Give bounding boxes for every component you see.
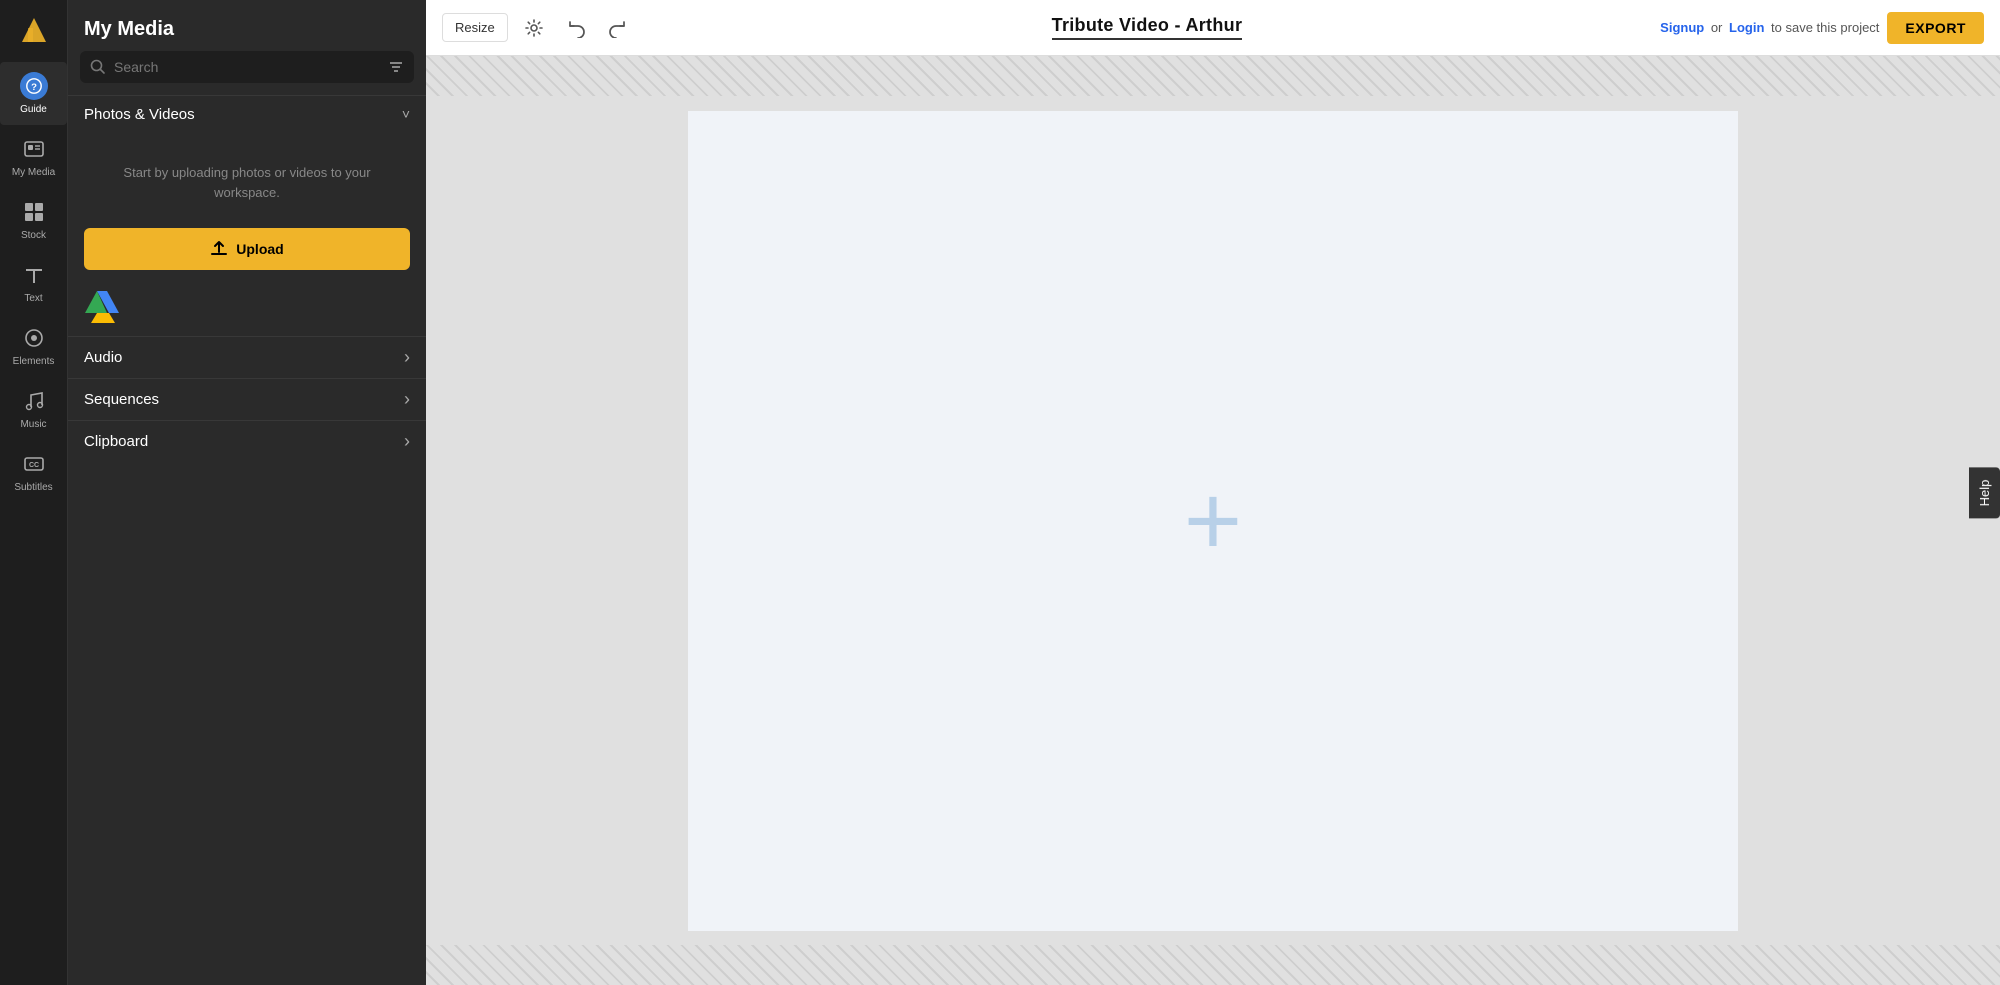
elements-icon — [20, 324, 48, 352]
music-label: Music — [20, 419, 46, 430]
sidebar-item-my-media[interactable]: My Media — [0, 125, 67, 188]
canvas[interactable] — [688, 111, 1738, 931]
elements-label: Elements — [13, 356, 55, 367]
sequences-chevron — [404, 389, 410, 410]
search-bar-container — [80, 51, 414, 83]
project-title[interactable]: Tribute Video - Arthur — [1052, 15, 1243, 40]
sidebar-item-subtitles[interactable]: CC Subtitles — [0, 440, 67, 503]
auth-prompt: Signup or Login to save this project — [1660, 20, 1879, 35]
app-logo — [14, 10, 54, 50]
settings-button[interactable] — [518, 12, 550, 44]
icon-nav: ? Guide My Media Stock — [0, 0, 68, 985]
plus-icon — [1184, 471, 1242, 571]
clipboard-section-header[interactable]: Clipboard — [68, 420, 426, 462]
redo-icon — [608, 18, 628, 38]
settings-icon — [524, 18, 544, 38]
upload-icon — [210, 240, 228, 258]
svg-text:?: ? — [31, 82, 37, 93]
toolbar-right: Signup or Login to save this project EXP… — [1660, 12, 1984, 44]
text-label: Text — [24, 293, 42, 304]
undo-button[interactable] — [560, 12, 592, 44]
redo-button[interactable] — [602, 12, 634, 44]
stock-label: Stock — [21, 230, 46, 241]
save-prompt: to save this project — [1771, 20, 1879, 35]
text-icon — [20, 261, 48, 289]
my-media-label: My Media — [12, 167, 55, 178]
sequences-label: Sequences — [84, 391, 159, 408]
sidebar-title: My Media — [68, 0, 426, 51]
resize-button[interactable]: Resize — [442, 13, 508, 42]
sequences-section-header[interactable]: Sequences — [68, 378, 426, 420]
main-area: Resize Tribute Video — [426, 0, 2000, 985]
media-icon — [20, 135, 48, 163]
sidebar-panel: My Media Photos & Videos Start by upload… — [68, 0, 426, 985]
audio-label: Audio — [84, 349, 122, 366]
toolbar-center: Tribute Video - Arthur — [644, 15, 1650, 40]
export-button[interactable]: EXPORT — [1887, 12, 1984, 44]
google-drive-icon[interactable] — [84, 288, 120, 324]
filter-icon[interactable] — [388, 59, 404, 75]
clipboard-chevron — [404, 431, 410, 452]
photos-videos-section-header[interactable]: Photos & Videos — [68, 95, 426, 133]
auth-or: or — [1711, 20, 1723, 35]
empty-media-text: Start by uploading photos or videos to y… — [84, 143, 410, 218]
help-button[interactable]: Help — [1969, 467, 2000, 518]
canvas-wrapper[interactable] — [426, 56, 2000, 985]
subtitles-label: Subtitles — [14, 482, 52, 493]
music-icon — [20, 387, 48, 415]
sidebar-item-guide[interactable]: ? Guide — [0, 62, 67, 125]
audio-section-header[interactable]: Audio — [68, 336, 426, 378]
photos-videos-chevron — [402, 106, 410, 123]
signup-link[interactable]: Signup — [1660, 20, 1704, 35]
sidebar-item-text[interactable]: Text — [0, 251, 67, 314]
subtitles-icon: CC — [20, 450, 48, 478]
toolbar-left: Resize — [442, 12, 634, 44]
login-link[interactable]: Login — [1729, 20, 1764, 35]
upload-label: Upload — [236, 241, 283, 257]
clipboard-label: Clipboard — [84, 433, 148, 450]
search-input[interactable] — [114, 59, 380, 75]
toolbar: Resize Tribute Video — [426, 0, 2000, 56]
guide-icon: ? — [20, 72, 48, 100]
search-icon — [90, 59, 106, 75]
audio-chevron — [404, 347, 410, 368]
guide-label: Guide — [20, 104, 47, 115]
svg-text:CC: CC — [28, 462, 38, 469]
stock-icon — [20, 198, 48, 226]
sidebar-item-elements[interactable]: Elements — [0, 314, 67, 377]
photos-videos-label: Photos & Videos — [84, 106, 195, 123]
sidebar-item-stock[interactable]: Stock — [0, 188, 67, 251]
upload-button[interactable]: Upload — [84, 228, 410, 270]
undo-icon — [566, 18, 586, 38]
photos-videos-content: Start by uploading photos or videos to y… — [68, 133, 426, 228]
sidebar-item-music[interactable]: Music — [0, 377, 67, 440]
